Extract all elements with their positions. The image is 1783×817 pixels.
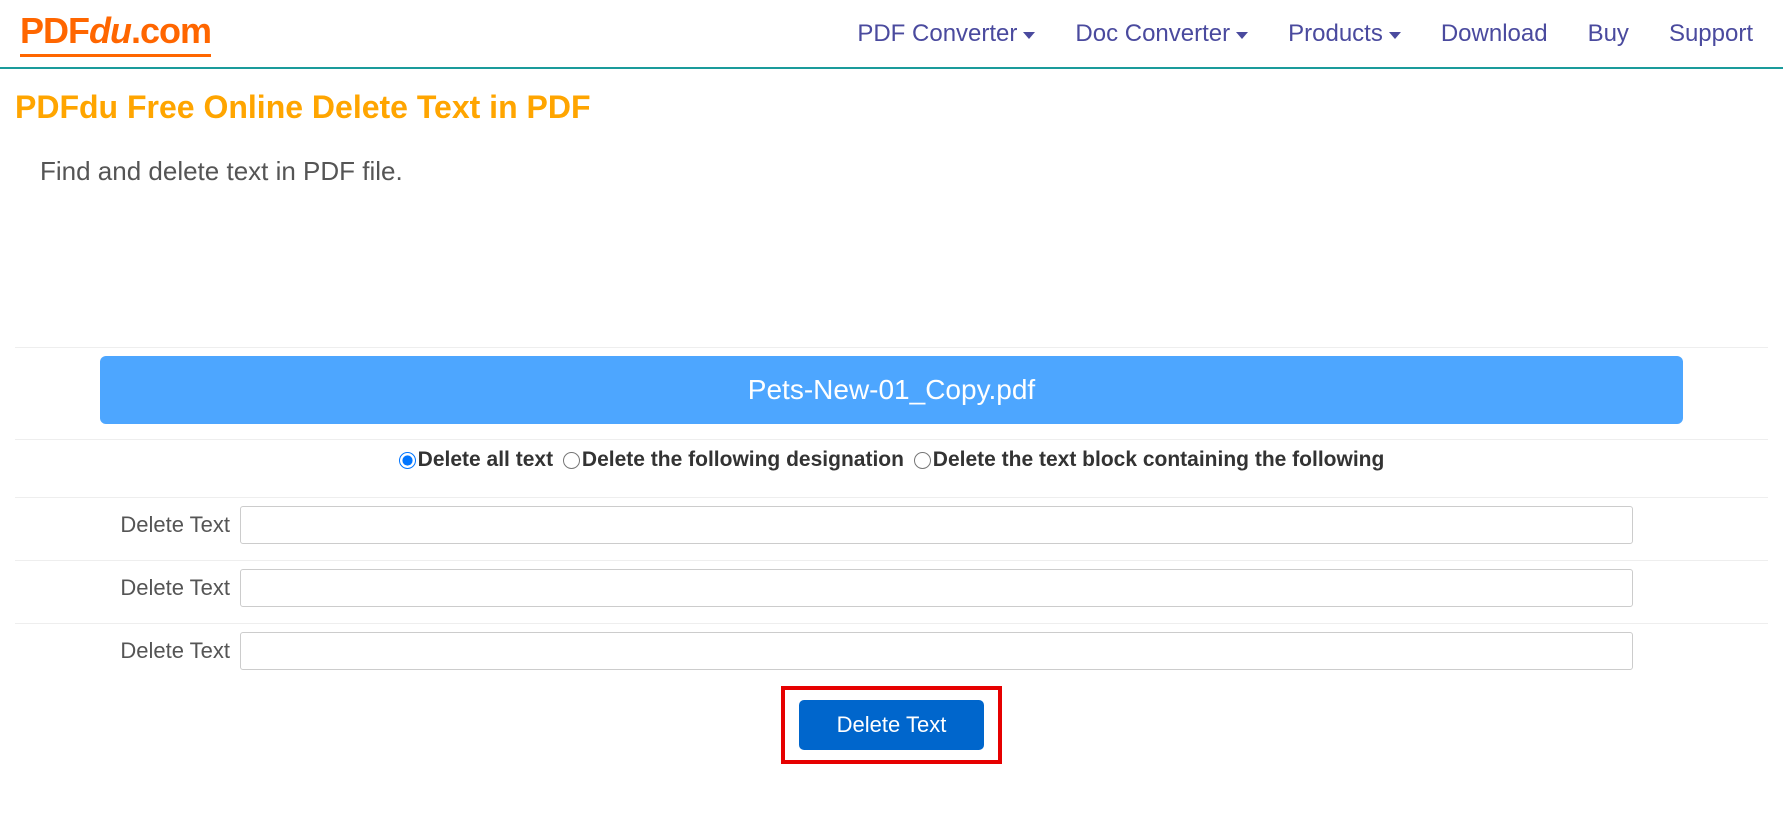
delete-text-input-1[interactable] (240, 506, 1633, 544)
divider (15, 623, 1768, 624)
highlight-box: Delete Text (781, 686, 1003, 764)
delete-text-input-3[interactable] (240, 632, 1633, 670)
input-label-1: Delete Text (15, 512, 240, 538)
radio-delete-designation-label: Delete the following designation (582, 448, 904, 471)
logo-suffix: .com (131, 10, 211, 51)
page-subtitle: Find and delete text in PDF file. (40, 156, 1768, 187)
nav-buy-label: Buy (1588, 20, 1629, 48)
input-label-2: Delete Text (15, 575, 240, 601)
radio-delete-all[interactable]: Delete all text (399, 448, 559, 471)
input-row-3: Delete Text (15, 632, 1768, 670)
nav-products[interactable]: Products (1288, 20, 1401, 48)
divider (15, 347, 1768, 348)
caret-down-icon (1389, 32, 1401, 39)
nav-support[interactable]: Support (1669, 20, 1753, 48)
button-row: Delete Text (15, 686, 1768, 764)
nav-support-label: Support (1669, 20, 1753, 48)
radio-delete-designation[interactable]: Delete the following designation (563, 448, 910, 471)
content: PDFdu Free Online Delete Text in PDF Fin… (0, 69, 1783, 784)
page-title: PDFdu Free Online Delete Text in PDF (15, 89, 1768, 126)
nav-doc-converter[interactable]: Doc Converter (1075, 20, 1248, 48)
caret-down-icon (1236, 32, 1248, 39)
logo-mid: du (89, 10, 131, 51)
input-label-3: Delete Text (15, 638, 240, 664)
radio-delete-block-input[interactable] (914, 452, 931, 469)
radio-delete-block[interactable]: Delete the text block containing the fol… (914, 448, 1385, 471)
radio-delete-block-label: Delete the text block containing the fol… (933, 448, 1385, 471)
nav-download-label: Download (1441, 20, 1548, 48)
divider (15, 497, 1768, 498)
input-row-1: Delete Text (15, 506, 1768, 544)
file-name-bar[interactable]: Pets-New-01_Copy.pdf (100, 356, 1683, 424)
nav-buy[interactable]: Buy (1588, 20, 1629, 48)
nav-download[interactable]: Download (1441, 20, 1548, 48)
divider (15, 439, 1768, 440)
nav: PDF Converter Doc Converter Products Dow… (857, 20, 1763, 48)
logo-prefix: PDF (20, 10, 89, 51)
logo[interactable]: PDFdu.com (20, 10, 211, 57)
delete-text-input-2[interactable] (240, 569, 1633, 607)
nav-doc-converter-label: Doc Converter (1075, 20, 1230, 48)
nav-pdf-converter[interactable]: PDF Converter (857, 20, 1035, 48)
header: PDFdu.com PDF Converter Doc Converter Pr… (0, 0, 1783, 69)
radio-delete-all-input[interactable] (399, 452, 416, 469)
nav-products-label: Products (1288, 20, 1383, 48)
nav-pdf-converter-label: PDF Converter (857, 20, 1017, 48)
caret-down-icon (1023, 32, 1035, 39)
input-row-2: Delete Text (15, 569, 1768, 607)
delete-text-button[interactable]: Delete Text (799, 700, 985, 750)
divider (15, 560, 1768, 561)
radio-options: Delete all text Delete the following des… (15, 448, 1768, 472)
radio-delete-all-label: Delete all text (418, 448, 553, 471)
radio-delete-designation-input[interactable] (563, 452, 580, 469)
